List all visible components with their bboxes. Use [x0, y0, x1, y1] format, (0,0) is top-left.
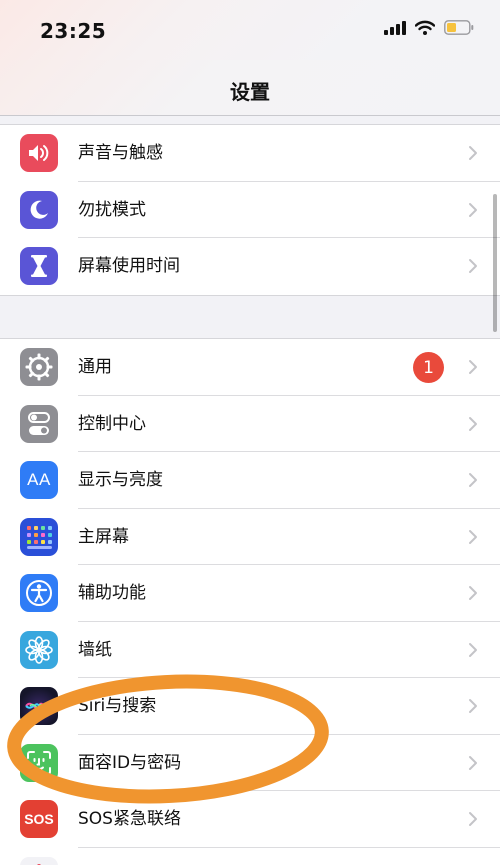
- page-title: 设置: [230, 80, 270, 104]
- settings-row-home-screen[interactable]: 主屏幕: [0, 509, 500, 565]
- sos-icon: SOS: [20, 800, 58, 838]
- settings-row-accessibility[interactable]: 辅助功能: [0, 565, 500, 622]
- settings-row-partial[interactable]: [0, 848, 500, 865]
- scroll-indicator[interactable]: [493, 194, 497, 332]
- accessibility-icon: [20, 574, 58, 612]
- settings-row-label: 显示与亮度: [78, 470, 163, 490]
- settings-row-face-id-passcode[interactable]: 面容ID与密码: [0, 735, 500, 791]
- settings-row-label: 屏幕使用时间: [78, 256, 180, 276]
- chevron-right-icon: [469, 360, 477, 374]
- settings-row-general[interactable]: 通用 1: [0, 339, 500, 396]
- text-size-icon: AA: [20, 461, 58, 499]
- siri-icon: [20, 687, 58, 725]
- partial-app-icon: [20, 856, 58, 865]
- toggle-icon: [20, 404, 58, 443]
- settings-row-display-brightness[interactable]: AA 显示与亮度: [0, 452, 500, 509]
- wifi-icon: [415, 20, 435, 35]
- status-icons: [384, 20, 474, 35]
- settings-row-label: SOS紧急联络: [78, 809, 181, 829]
- speaker-icon: [20, 134, 58, 172]
- settings-row-screen-time[interactable]: 屏幕使用时间: [0, 238, 500, 295]
- chevron-right-icon: [469, 416, 477, 431]
- settings-row-wallpaper[interactable]: 墙纸: [0, 622, 500, 678]
- settings-row-siri-search[interactable]: Siri与搜索: [0, 678, 500, 735]
- chevron-right-icon: [469, 812, 477, 826]
- chevron-right-icon: [469, 755, 477, 770]
- hourglass-icon: [20, 247, 58, 285]
- flower-icon: [20, 630, 58, 669]
- chevron-right-icon: [469, 146, 477, 160]
- settings-row-label: 通用: [78, 357, 112, 377]
- chevron-right-icon: [469, 259, 477, 273]
- chevron-right-icon: [469, 699, 477, 713]
- chevron-right-icon: [469, 473, 477, 487]
- settings-row-label: 墙纸: [78, 639, 112, 660]
- settings-row-control-center[interactable]: 控制中心: [0, 396, 500, 452]
- sos-icon-glyph: SOS: [24, 811, 54, 827]
- settings-row-do-not-disturb[interactable]: 勿扰模式: [0, 182, 500, 238]
- settings-row-label: Siri与搜索: [78, 696, 157, 716]
- status-bar: 23:25: [0, 0, 500, 60]
- settings-row-label: 控制中心: [78, 413, 146, 434]
- text-size-icon-glyph: AA: [27, 470, 51, 489]
- settings-group-general: 通用 1 控制中心 AA 显示与亮度 主屏幕 辅助功能 墙纸 Siri与搜索 面…: [0, 338, 500, 865]
- settings-row-label: 声音与触感: [78, 143, 163, 163]
- navigation-bar: 设置: [0, 60, 500, 116]
- cellular-signal-icon: [384, 20, 406, 35]
- chevron-right-icon: [469, 642, 477, 657]
- settings-row-label: 辅助功能: [78, 583, 146, 603]
- battery-icon: [444, 20, 474, 35]
- settings-row-label: 勿扰模式: [78, 199, 146, 220]
- chevron-right-icon: [469, 586, 477, 600]
- face-id-icon: [20, 743, 58, 782]
- settings-row-emergency-sos[interactable]: SOS SOS紧急联络: [0, 791, 500, 848]
- home-screen-grid-icon: [20, 517, 58, 556]
- settings-row-sounds-haptics[interactable]: 声音与触感: [0, 125, 500, 182]
- chevron-right-icon: [469, 529, 477, 544]
- moon-icon: [20, 190, 58, 229]
- status-time: 23:25: [40, 19, 107, 43]
- settings-row-label: 主屏幕: [78, 526, 129, 547]
- settings-row-label: 面容ID与密码: [78, 752, 182, 773]
- chevron-right-icon: [469, 202, 477, 217]
- gear-icon: [20, 348, 58, 386]
- settings-group-sound-focus: 声音与触感 勿扰模式 屏幕使用时间: [0, 124, 500, 296]
- notification-badge: 1: [413, 352, 444, 383]
